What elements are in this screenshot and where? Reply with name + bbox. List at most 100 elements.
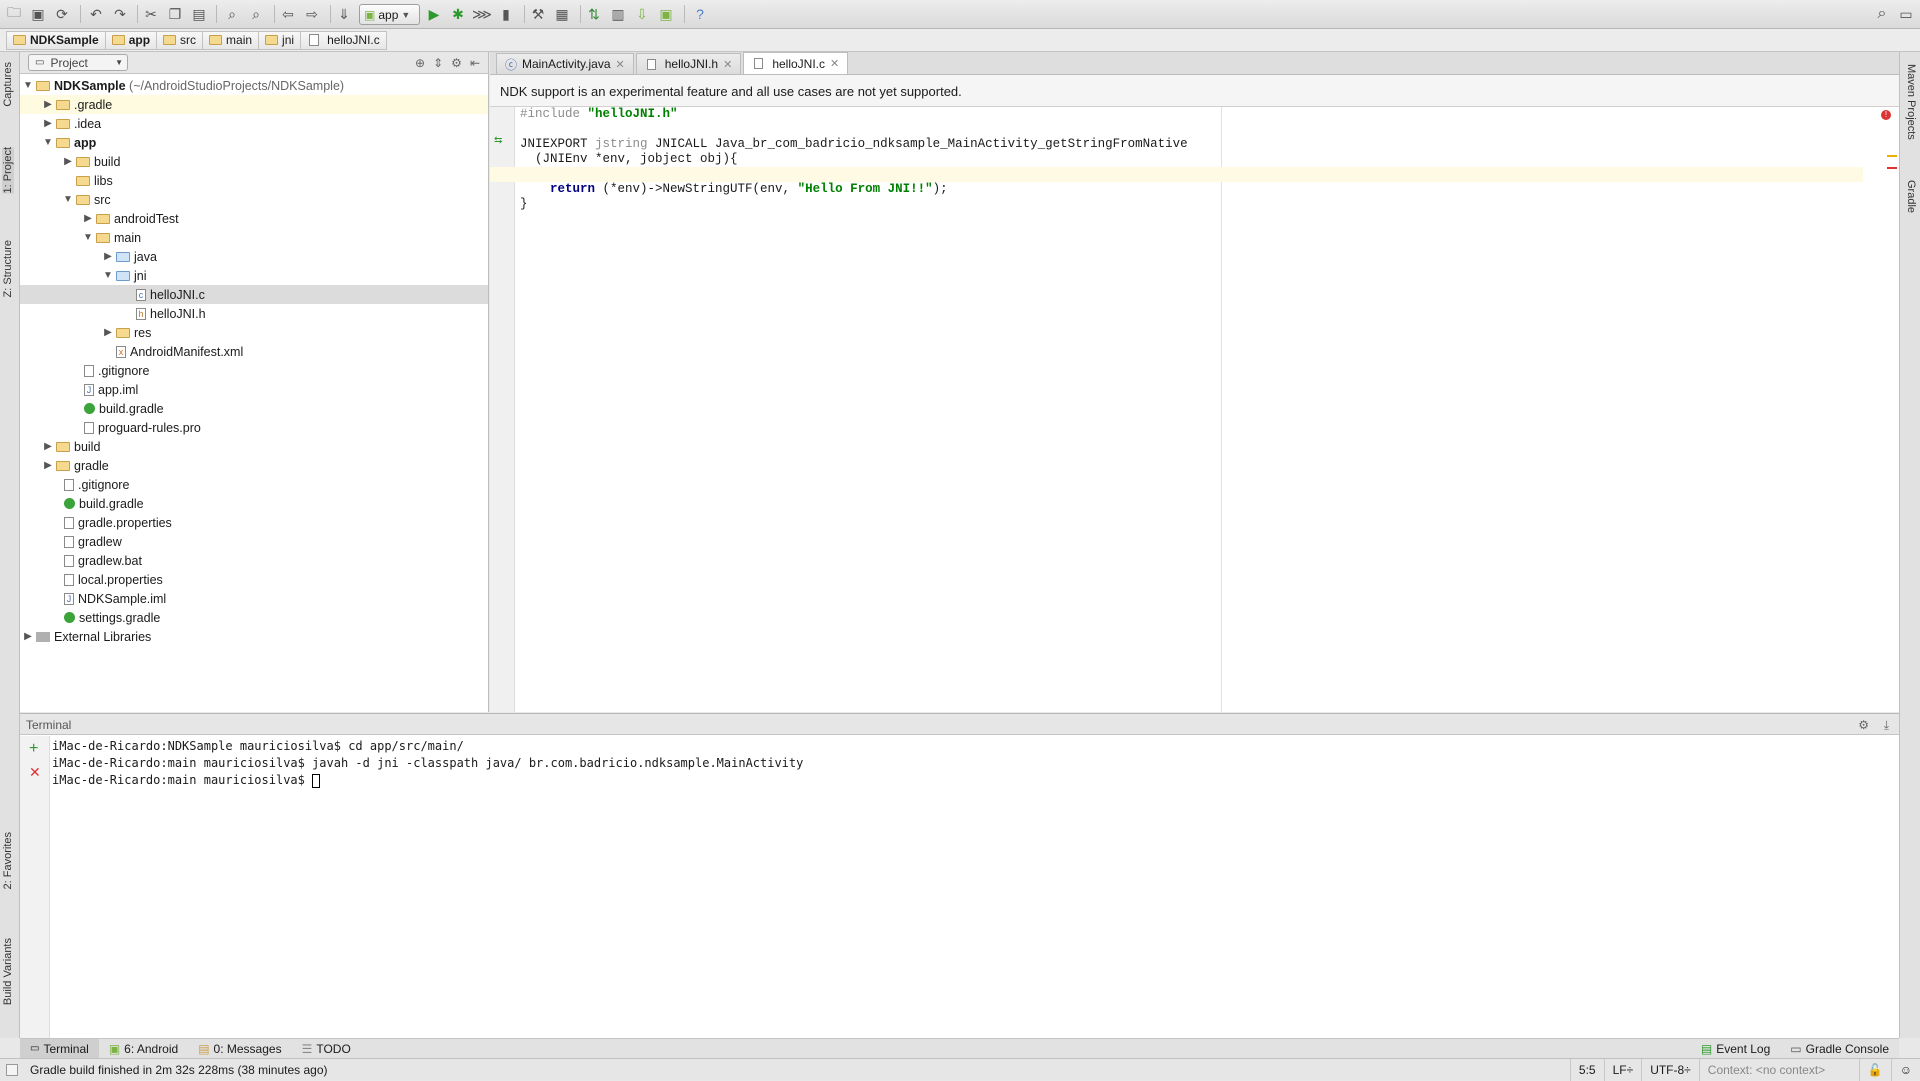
tab-hellojni-h[interactable]: helloJNI.h ✕ — [635, 53, 742, 74]
paste-icon[interactable]: ▤ — [189, 4, 209, 24]
expand-arrow-icon[interactable]: ▶ — [42, 441, 54, 452]
editor-gutter[interactable]: ⇆ — [490, 107, 515, 712]
expand-arrow-icon[interactable]: ▼ — [62, 194, 74, 205]
code-editor[interactable]: ⇆ #include "helloJNI.h" JNIEXPORT jstrin… — [490, 107, 1899, 712]
toggle-tool-windows-icon[interactable] — [6, 1064, 18, 1076]
tree-item[interactable]: build.gradle — [20, 494, 488, 513]
context-selector[interactable]: Context: <no context> — [1698, 1059, 1859, 1081]
expand-arrow-icon[interactable]: ▼ — [102, 270, 114, 281]
tree-item[interactable]: ▼ jni — [20, 266, 488, 285]
sdk-manager-icon[interactable]: ▦ — [552, 4, 572, 24]
expand-arrow-icon[interactable]: ▶ — [62, 156, 74, 167]
project-view-select[interactable]: ▭ Project ▼ — [28, 54, 128, 71]
tab-mainactivity-java[interactable]: ⓒ MainActivity.java ✕ — [496, 53, 634, 74]
android-monitor-icon[interactable]: ▣ — [656, 4, 676, 24]
tree-item[interactable]: .gitignore — [20, 361, 488, 380]
copy-icon[interactable]: ❐ — [165, 4, 185, 24]
cut-icon[interactable]: ✂ — [141, 4, 161, 24]
tree-item[interactable]: ▶ build — [20, 152, 488, 171]
expand-arrow-icon[interactable]: ▶ — [22, 631, 34, 642]
tree-item[interactable]: ▶ .gradle — [20, 95, 488, 114]
tab-hellojni-c[interactable]: helloJNI.c ✕ — [743, 52, 849, 74]
error-indicator-icon[interactable]: ! — [1881, 110, 1891, 120]
tree-item[interactable]: ▶ gradle — [20, 456, 488, 475]
terminal-output[interactable]: iMac-de-Ricardo:NDKSample mauriciosilva$… — [52, 738, 803, 789]
breadcrumb-app[interactable]: app — [105, 30, 158, 50]
android-tool-tab[interactable]: ▣ 6: Android — [99, 1039, 188, 1059]
expand-arrow-icon[interactable]: ▼ — [22, 80, 34, 91]
breadcrumb-jni[interactable]: jni — [259, 30, 302, 50]
expand-arrow-icon[interactable]: ▼ — [42, 137, 54, 148]
tree-item-selected[interactable]: c helloJNI.c — [20, 285, 488, 304]
sync-gradle-icon[interactable]: ⇅ — [584, 4, 604, 24]
tree-item[interactable]: build.gradle — [20, 399, 488, 418]
messages-tool-tab[interactable]: ▤ 0: Messages — [188, 1039, 291, 1059]
structure-tool-tab[interactable]: Z: Structure — [2, 240, 14, 297]
hide-panel-icon[interactable]: ⇤ — [470, 56, 480, 70]
breadcrumb-file[interactable]: helloJNI.c — [301, 30, 387, 50]
avd-manager-icon[interactable]: ▥ — [608, 4, 628, 24]
gradle-tool-tab[interactable]: Gradle — [1905, 180, 1917, 213]
captures-tool-tab[interactable]: Captures — [2, 62, 14, 107]
line-separator[interactable]: LF÷ — [1603, 1059, 1642, 1081]
close-icon[interactable]: ✕ — [830, 57, 839, 70]
tree-item[interactable]: ▼ app — [20, 133, 488, 152]
run-configuration-select[interactable]: ▣ app ▼ — [359, 4, 420, 25]
expand-arrow-icon[interactable]: ▶ — [102, 327, 114, 338]
warning-stripe[interactable] — [1887, 155, 1897, 157]
terminal-cursor[interactable] — [312, 773, 321, 788]
gradle-console-tool-tab[interactable]: ▭ Gradle Console — [1780, 1039, 1899, 1059]
tree-item[interactable]: local.properties — [20, 570, 488, 589]
tree-item[interactable]: ▼ main — [20, 228, 488, 247]
forward-icon[interactable]: ⇨ — [302, 4, 322, 24]
tree-item[interactable]: ▶ External Libraries — [20, 627, 488, 646]
breadcrumb-main[interactable]: main — [203, 30, 260, 50]
replace-icon[interactable]: ⌕ — [246, 4, 266, 24]
tree-item[interactable]: ▶ java — [20, 247, 488, 266]
tree-root[interactable]: ▼ NDKSample (~/AndroidStudioProjects/NDKS… — [20, 76, 488, 95]
favorites-tool-tab[interactable]: 2: Favorites — [2, 832, 14, 889]
redo-icon[interactable]: ↷ — [110, 4, 130, 24]
collapse-all-icon[interactable]: ⇕ — [433, 56, 443, 70]
tree-item[interactable]: Japp.iml — [20, 380, 488, 399]
tree-item[interactable]: libs — [20, 171, 488, 190]
tree-item[interactable]: .gitignore — [20, 475, 488, 494]
navigate-to-declaration-icon[interactable]: ⇆ — [494, 135, 502, 146]
project-structure-icon[interactable]: ⚒ — [528, 4, 548, 24]
inspector-icon[interactable]: ☺ — [1890, 1059, 1920, 1081]
make-project-icon[interactable]: ⇓ — [334, 4, 354, 24]
tree-item[interactable]: J NDKSample.iml — [20, 589, 488, 608]
new-session-icon[interactable]: + — [29, 740, 38, 758]
help-icon[interactable]: ? — [690, 4, 710, 24]
gear-icon[interactable]: ⚙ — [451, 56, 462, 70]
layout-icon[interactable]: ▭ — [1896, 4, 1916, 24]
build-variants-tool-tab[interactable]: Build Variants — [2, 938, 14, 1005]
tree-item[interactable]: proguard-rules.pro — [20, 418, 488, 437]
sync-icon[interactable]: ⟳ — [52, 4, 72, 24]
gear-icon[interactable]: ⚙ — [1858, 718, 1869, 732]
project-tool-tab[interactable]: 1: Project — [2, 147, 14, 194]
maven-projects-tool-tab[interactable]: Maven Projects — [1905, 64, 1917, 140]
scroll-from-source-icon[interactable]: ⊕ — [415, 56, 425, 70]
expand-arrow-icon[interactable]: ▼ — [82, 232, 94, 243]
status-message[interactable]: Gradle build finished in 2m 32s 228ms (3… — [30, 1063, 328, 1077]
event-log-tool-tab[interactable]: ▤ Event Log — [1691, 1039, 1780, 1059]
close-session-icon[interactable]: ✕ — [29, 764, 41, 781]
tree-item[interactable]: ▶ build — [20, 437, 488, 456]
tree-item[interactable]: gradlew.bat — [20, 551, 488, 570]
tree-item[interactable]: ▶ res — [20, 323, 488, 342]
todo-tool-tab[interactable]: ☰ TODO — [292, 1039, 361, 1059]
error-stripe[interactable] — [1887, 167, 1897, 169]
tree-item[interactable]: settings.gradle — [20, 608, 488, 627]
tree-item[interactable]: gradlew — [20, 532, 488, 551]
debug-icon[interactable]: ✱ — [448, 4, 468, 24]
lock-icon[interactable]: 🔓 — [1858, 1059, 1891, 1081]
code-content[interactable]: #include "helloJNI.h" JNIEXPORT jstring … — [490, 107, 1863, 212]
open-folder-icon[interactable]: 🗀 — [4, 4, 24, 24]
tree-item[interactable]: ▶ .idea — [20, 114, 488, 133]
breadcrumb-src[interactable]: src — [157, 30, 204, 50]
run-icon[interactable]: ▶ — [424, 4, 444, 24]
expand-arrow-icon[interactable]: ▶ — [42, 460, 54, 471]
search-everywhere-icon[interactable]: ⌕ — [1872, 4, 1892, 24]
stop-icon[interactable]: ▮ — [496, 4, 516, 24]
